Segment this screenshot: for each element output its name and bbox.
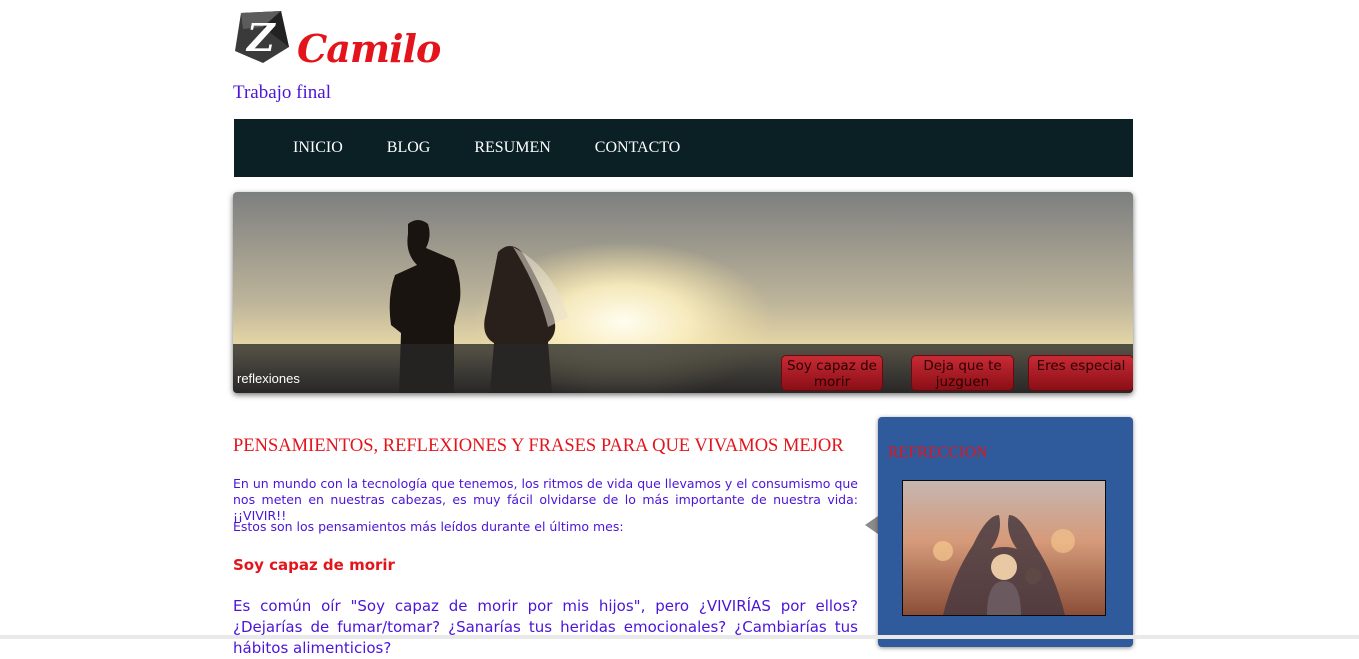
site-tagline: Trabajo final <box>233 82 331 103</box>
sidebar-title: REFRECCION <box>888 444 988 461</box>
most-read-paragraph: Estos son los pensamientos más leídos du… <box>233 519 624 534</box>
main-nav: INICIO BLOG RESUMEN CONTACTO <box>234 119 1133 177</box>
nav-item-resumen[interactable]: RESUMEN <box>474 139 550 157</box>
sidebar-widget: REFRECCION <box>878 417 1133 647</box>
slider-caption: reflexiones <box>237 371 300 386</box>
slide-button-eres-especial[interactable]: Eres especial <box>1028 355 1133 391</box>
page-container: Z Camilo Trabajo final INICIO BLOG RESUM… <box>233 0 1133 657</box>
site-title[interactable]: Camilo <box>297 26 441 71</box>
nav-item-inicio[interactable]: INICIO <box>293 139 343 157</box>
section-title: Soy capaz de morir <box>233 556 395 574</box>
page-heading: PENSAMIENTOS, REFLEXIONES Y FRASES PARA … <box>233 436 844 456</box>
image-slider: reflexiones Soy capaz de morir Deja que … <box>233 192 1133 393</box>
heart-hands-image <box>902 480 1106 616</box>
intro-paragraph: En un mundo con la tecnología que tenemo… <box>233 476 858 523</box>
slide-button-deja-que-te-juzguen[interactable]: Deja que te juzguen <box>911 355 1014 391</box>
nav-item-blog[interactable]: BLOG <box>387 139 431 157</box>
section-paragraph: Es común oír "Soy capaz de morir por mis… <box>233 597 858 657</box>
svg-text:Z: Z <box>245 15 276 60</box>
page-bottom-bar <box>0 635 1359 639</box>
slide-button-soy-capaz[interactable]: Soy capaz de morir <box>781 355 883 391</box>
nav-item-contacto[interactable]: CONTACTO <box>595 139 681 157</box>
z-logo-icon[interactable]: Z <box>233 7 291 65</box>
sidebar-pointer-arrow <box>865 516 878 534</box>
